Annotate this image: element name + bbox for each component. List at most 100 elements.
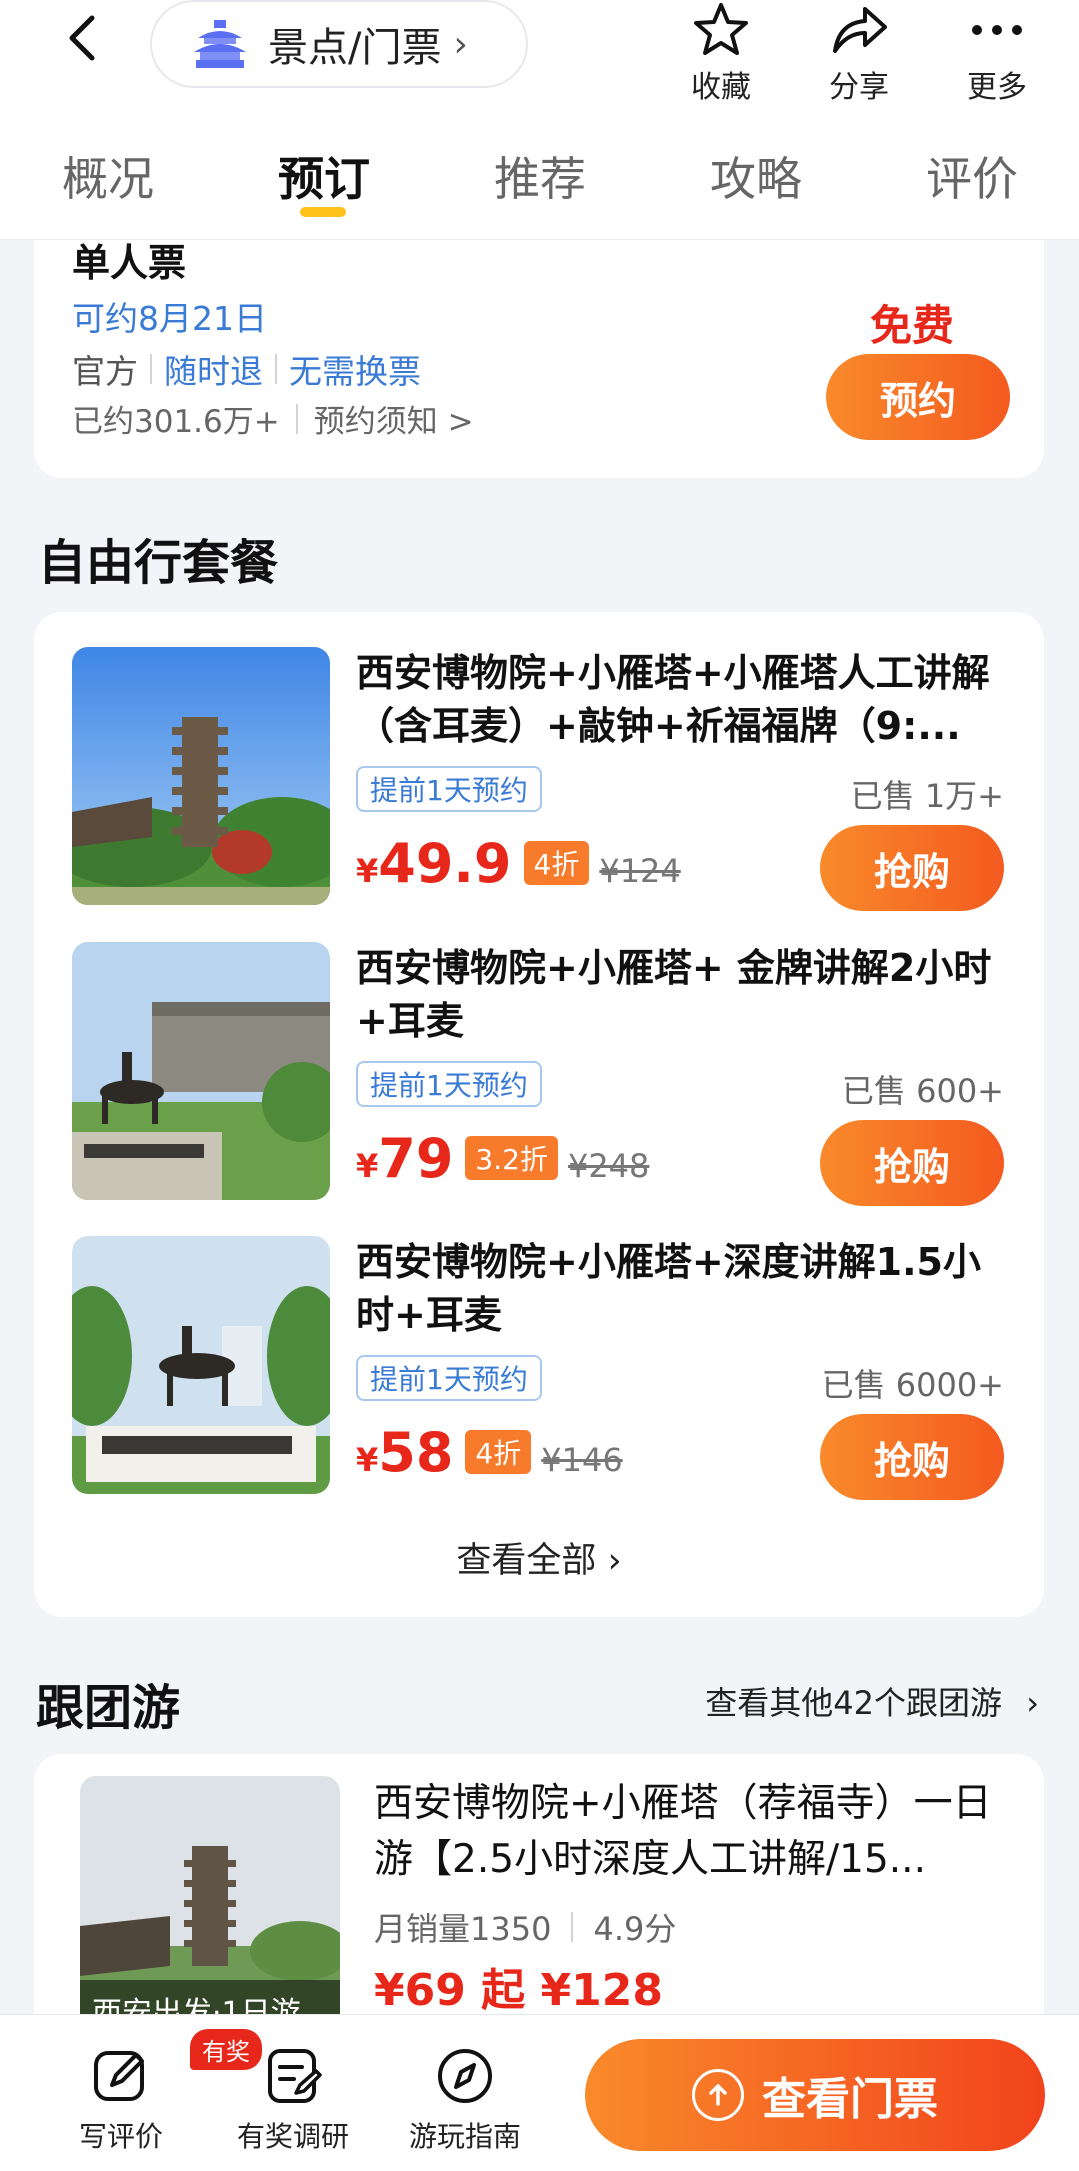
more-icon [942, 0, 1052, 60]
package-price: ¥ 49.9 4折 ¥124 [356, 832, 681, 895]
back-button[interactable] [58, 12, 110, 64]
star-icon [666, 0, 776, 60]
view-tickets-label: 查看门票 [762, 2074, 938, 2125]
write-review-button[interactable]: 写评价 [46, 2043, 196, 2155]
ticket-tags: 官方 随时退 无需换票 [72, 345, 421, 393]
bottom-bar: 写评价 有奖 有奖调研 游玩指南 查看门票 [0, 2014, 1079, 2171]
divider [571, 1912, 574, 1942]
currency-symbol: ¥ [356, 1147, 379, 1185]
price-value: 49.9 [378, 832, 512, 895]
travel-guide-button[interactable]: 游玩指南 [390, 2043, 540, 2155]
reserve-button[interactable]: 预约 [826, 354, 1010, 440]
divider [295, 403, 298, 434]
discount-badge: 4折 [465, 1430, 532, 1474]
sold-count: 已售 1万+ [850, 777, 1004, 815]
buy-button[interactable]: 抢购 [820, 1120, 1004, 1206]
packages-card: 西安博物院+小雁塔+小雁塔人工讲解（含耳麦）+敲钟+祈福福牌（9:... 提前1… [34, 612, 1044, 1617]
advance-booking-tag: 提前1天预约 [356, 1355, 542, 1401]
museum-statue-photo [72, 942, 330, 1200]
tag-no-exchange: 无需换票 [289, 352, 421, 391]
travel-guide-label: 游玩指南 [408, 2120, 521, 2153]
package-price: ¥ 58 4折 ¥146 [356, 1421, 623, 1484]
section-title-packages: 自由行套餐 [38, 535, 279, 591]
package-name: 西安博物院+小雁塔+小雁塔人工讲解（含耳麦）+敲钟+祈福福牌（9:... [356, 651, 990, 748]
tag-refund: 随时退 [164, 352, 263, 391]
monthly-sales: 月销量1350 [374, 1910, 552, 1948]
tour-score: 4.9分 [593, 1910, 677, 1948]
see-all-label: 查看全部 [456, 1541, 597, 1581]
survey-button[interactable]: 有奖调研 [218, 2043, 368, 2155]
currency-symbol: ¥ [356, 852, 379, 890]
package-price: ¥ 79 3.2折 ¥248 [356, 1127, 649, 1190]
arrow-up-icon [692, 2069, 744, 2121]
package-item[interactable]: 西安博物院+小雁塔+小雁塔人工讲解（含耳麦）+敲钟+祈福福牌（9:... 提前1… [34, 647, 1044, 911]
tour-price: ¥69 起 ¥128 [374, 1965, 663, 2016]
chevron-right-icon: › [453, 23, 468, 65]
divider [150, 354, 152, 384]
compass-icon [390, 2043, 540, 2109]
sold-count: 已售 600+ [841, 1072, 1004, 1110]
more-group-tours-label: 查看其他42个跟团游 [705, 1684, 1003, 1722]
share-icon [804, 0, 914, 60]
tab-overview[interactable]: 概况 [62, 143, 154, 209]
survey-label: 有奖调研 [236, 2120, 349, 2153]
active-tab-indicator [300, 207, 346, 217]
ticket-title: 单人票 [72, 241, 187, 285]
view-tickets-button[interactable]: 查看门票 [585, 2039, 1045, 2151]
sold-count: 已售 6000+ [821, 1366, 1004, 1404]
ticket-date: 可约8月21日 [72, 299, 267, 338]
see-all-link[interactable]: 查看全部 › [34, 1532, 1044, 1583]
more-label: 更多 [967, 70, 1027, 105]
pagoda-photo [72, 647, 330, 905]
advance-booking-tag: 提前1天预约 [356, 766, 542, 812]
tour-meta: 月销量1350 4.9分 [374, 1904, 676, 1950]
buy-button[interactable]: 抢购 [820, 1414, 1004, 1500]
more-group-tours-link[interactable]: 查看其他42个跟团游 › [705, 1678, 1039, 1724]
tab-guides[interactable]: 攻略 [710, 143, 802, 209]
category-label: 景点/门票 [268, 25, 442, 71]
tour-name: 西安博物院+小雁塔（荐福寺）一日游【2.5小时深度人工讲解/15... [374, 1781, 992, 1882]
package-item[interactable]: 西安博物院+小雁塔+深度讲解1.5小时+耳麦 提前1天预约 已售 6000+ ¥… [34, 1236, 1044, 1500]
ticket-meta: 已约301.6万+ 预约须知 > [72, 396, 474, 441]
price-value: 58 [378, 1421, 454, 1484]
temple-icon [192, 16, 248, 72]
chevron-left-icon [69, 15, 95, 61]
divider [275, 354, 277, 384]
favorite-label: 收藏 [691, 70, 751, 105]
favorite-button[interactable]: 收藏 [666, 0, 776, 106]
category-selector[interactable]: 景点/门票 › [150, 0, 528, 88]
package-name: 西安博物院+小雁塔+ 金牌讲解2小时+耳麦 [356, 946, 992, 1043]
more-button[interactable]: 更多 [942, 0, 1052, 106]
booking-notice-link[interactable]: 预约须知 > [314, 396, 474, 441]
page: 单人票 可约8月21日 官方 随时退 无需换票 已约301.6万+ 预约须知 >… [0, 0, 1079, 2171]
section-title-group-tours: 跟团游 [36, 1680, 181, 1736]
original-price: ¥248 [567, 1147, 650, 1185]
advance-booking-tag: 提前1天预约 [356, 1061, 542, 1107]
buy-button[interactable]: 抢购 [820, 825, 1004, 911]
museum-sign-photo [72, 1236, 330, 1494]
discount-badge: 3.2折 [465, 1136, 558, 1180]
survey-icon [218, 2043, 368, 2109]
tag-official: 官方 [72, 352, 138, 391]
original-price: ¥124 [599, 852, 681, 890]
price-value: 79 [378, 1127, 454, 1190]
share-button[interactable]: 分享 [804, 0, 914, 106]
top-bar: 景点/门票 › 收藏 分享 更多 [0, 0, 1079, 125]
tab-reviews[interactable]: 评价 [926, 143, 1018, 209]
booked-count: 已约301.6万+ [72, 404, 280, 440]
original-price: ¥146 [541, 1441, 623, 1479]
tab-bar: 概况 预订 推荐 攻略 评价 [0, 125, 1079, 240]
write-review-label: 写评价 [78, 2120, 163, 2153]
tab-booking[interactable]: 预订 [278, 143, 370, 209]
package-item[interactable]: 西安博物院+小雁塔+ 金牌讲解2小时+耳麦 提前1天预约 已售 600+ ¥ 7… [34, 942, 1044, 1206]
tour-photo: 西安出发·1日游 [80, 1776, 340, 2036]
ticket-price: 免费 [870, 301, 955, 350]
edit-icon [46, 2043, 196, 2109]
tab-recommend[interactable]: 推荐 [494, 143, 586, 209]
discount-badge: 4折 [523, 841, 590, 885]
share-label: 分享 [829, 70, 889, 105]
currency-symbol: ¥ [356, 1441, 379, 1479]
package-name: 西安博物院+小雁塔+深度讲解1.5小时+耳麦 [356, 1240, 981, 1337]
chevron-right-icon: › [607, 1541, 622, 1581]
chevron-right-icon: › [1026, 1684, 1039, 1722]
